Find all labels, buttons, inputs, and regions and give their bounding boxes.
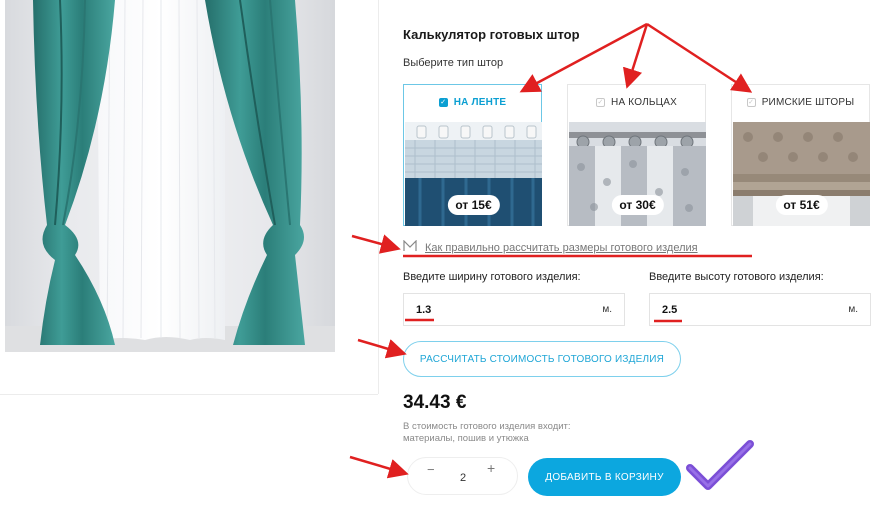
arrow-to-howto [351, 234, 401, 254]
height-label: Введите высоту готового изделия: [649, 271, 824, 283]
width-unit: м. [602, 304, 612, 315]
type-card-roman[interactable]: ✓ РИМСКИЕ ШТОРЫ от 51€ [731, 84, 870, 226]
decrement-button[interactable]: − [427, 462, 435, 477]
height-field[interactable]: 2.5 м. [649, 293, 871, 326]
total-price: 34.43 € [403, 392, 467, 413]
type-card-label: НА КОЛЬЦАХ [611, 97, 677, 108]
type-prompt: Выберите тип штор [403, 57, 504, 69]
column-divider [378, 0, 379, 394]
tape-curtain-image: от 15€ [405, 122, 542, 226]
arrow-to-qty [349, 455, 409, 479]
height-unit: м. [848, 304, 858, 315]
quantity-stepper[interactable]: − + 2 [407, 457, 518, 495]
add-to-cart-button[interactable]: ДОБАВИТЬ В КОРЗИНУ [528, 458, 681, 496]
type-card-tape[interactable]: ✓ НА ЛЕНТЕ от 15€ [403, 84, 542, 226]
price-badge: от 30€ [611, 195, 664, 215]
price-note: В стоимость готового изделия входит: мат… [403, 421, 571, 444]
curtain-illustration [5, 0, 335, 352]
arrow-to-calc [357, 338, 407, 359]
type-card-rings[interactable]: ✓ НА КОЛЬЦАХ от 30€ [567, 84, 706, 226]
checkbox-icon: ✓ [746, 98, 756, 107]
ring-curtain-image: от 30€ [569, 122, 706, 226]
width-field[interactable]: 1.3 м. [403, 293, 625, 326]
type-card-label: НА ЛЕНТЕ [453, 97, 507, 108]
width-value: 1.3 [416, 304, 432, 316]
checkbox-checked-icon: ✓ [438, 98, 448, 107]
price-badge: от 15€ [447, 195, 500, 215]
type-card-header: ✓ РИМСКИЕ ШТОРЫ [732, 85, 869, 120]
quantity-value[interactable]: 2 [460, 472, 466, 484]
type-card-header: ✓ НА КОЛЬЦАХ [568, 85, 705, 120]
panel-divider [0, 394, 378, 395]
calculate-button[interactable]: РАССЧИТАТЬ СТОИМОСТЬ ГОТОВОГО ИЗДЕЛИЯ [403, 341, 681, 377]
arrow-to-roman-card [646, 22, 753, 93]
width-label: Введите ширину готового изделия: [403, 271, 581, 283]
type-card-label: РИМСКИЕ ШТОРЫ [761, 97, 855, 108]
checkmark-icon [686, 440, 754, 490]
ruler-icon [403, 239, 417, 257]
howto-link[interactable]: Как правильно рассчитать размеры готовог… [425, 242, 698, 254]
checkbox-icon: ✓ [596, 98, 606, 107]
arrow-to-rings-card [622, 23, 649, 89]
calculator-title: Калькулятор готовых штор [403, 27, 580, 42]
height-value: 2.5 [662, 304, 678, 316]
price-badge: от 51€ [775, 195, 828, 215]
product-photo [5, 0, 335, 352]
howto-row: Как правильно рассчитать размеры готовог… [403, 239, 698, 257]
increment-button[interactable]: + [487, 460, 495, 476]
type-card-header: ✓ НА ЛЕНТЕ [404, 85, 541, 120]
roman-blind-image: от 51€ [733, 122, 870, 226]
